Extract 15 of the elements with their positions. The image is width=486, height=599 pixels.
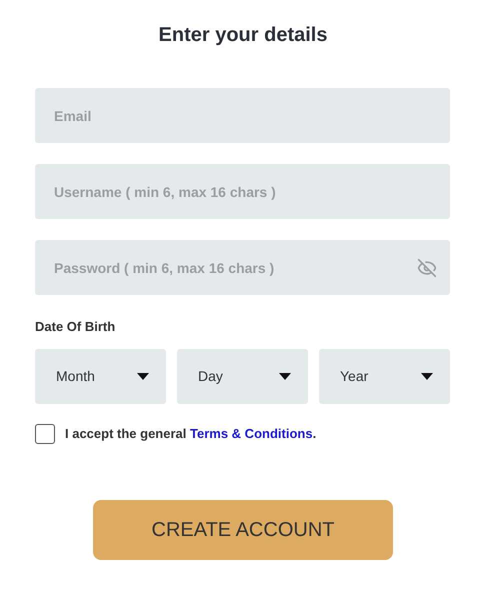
caret-icon (137, 372, 149, 380)
field-label: Date Of Birth (35, 318, 116, 336)
input-field[interactable]: Email (35, 88, 450, 143)
form-title: Enter your details (158, 23, 328, 48)
caret-icon (421, 372, 433, 380)
terms-link[interactable]: Terms & Conditions (190, 426, 313, 441)
input-field[interactable]: Username ( min 6, max 16 chars ) (35, 164, 450, 219)
checkbox[interactable] (35, 424, 55, 444)
terms-text: I accept the general Terms & Conditions. (65, 424, 316, 443)
password-field[interactable]: Password ( min 6, max 16 chars ) (35, 240, 450, 295)
create-account-button[interactable]: CREATE ACCOUNT (93, 500, 393, 560)
caret-icon (279, 372, 291, 380)
dropdown[interactable]: Day (177, 348, 308, 404)
dropdown[interactable]: Year (319, 348, 450, 404)
dropdown[interactable]: Month (35, 348, 166, 404)
